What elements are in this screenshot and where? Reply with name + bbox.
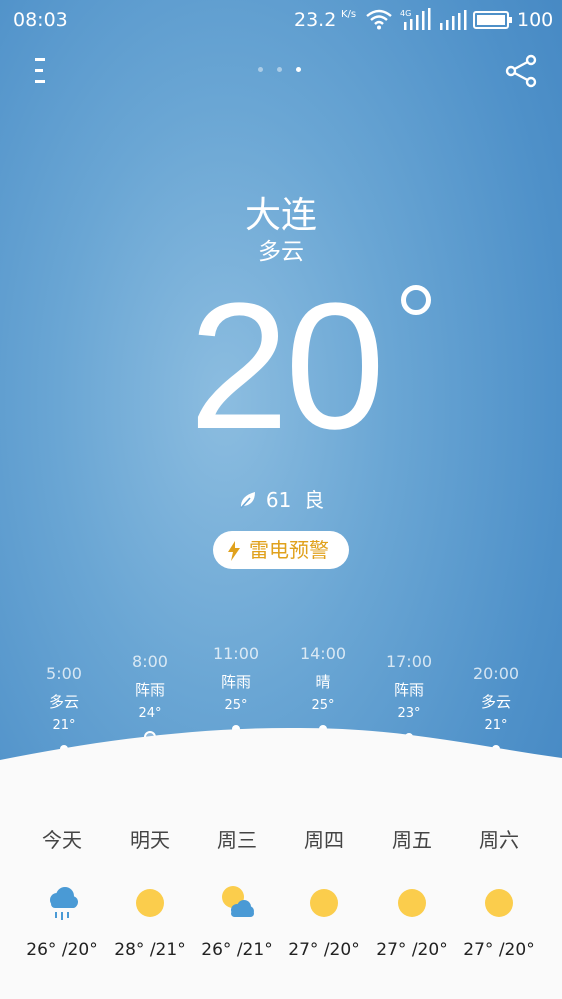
weather-warning-button[interactable]: 雷电预警 xyxy=(213,531,349,569)
hour-condition: 阵雨 xyxy=(393,681,424,699)
air-quality[interactable]: 61 良 xyxy=(0,484,562,513)
aqi-label: 良 xyxy=(304,488,325,512)
hour-time: 20:00 xyxy=(472,664,520,683)
daily-forecast[interactable]: 今天 26° /20° 明天 28° /21° 周三 26° /21° 周四 2… xyxy=(0,780,562,999)
day-temp-range: 27° /20° xyxy=(376,940,448,960)
aqi-value: 61 xyxy=(265,488,292,512)
status-bar: 08:03 23.2 K/s 4G 100 xyxy=(0,0,562,40)
status-time: 08:03 xyxy=(13,9,68,31)
day-temp-range: 26° /21° xyxy=(201,940,273,960)
menu-button[interactable] xyxy=(28,54,54,88)
net-speed-unit: K/s xyxy=(341,9,357,20)
sun-icon xyxy=(479,883,519,923)
share-icon[interactable] xyxy=(505,54,539,88)
hour-condition: 阵雨 xyxy=(220,673,251,691)
daily-item[interactable]: 周三 26° /21° xyxy=(197,824,277,960)
hour-time: 14:00 xyxy=(299,644,347,663)
day-temp-range: 27° /20° xyxy=(463,940,535,960)
daily-item[interactable]: 周五 27° /20° xyxy=(372,824,452,960)
page-dot xyxy=(277,67,282,72)
page-dot-active xyxy=(296,67,301,72)
hour-time: 17:00 xyxy=(385,652,433,671)
hour-time: 8:00 xyxy=(132,652,168,671)
leaf-icon xyxy=(240,492,255,509)
current-condition: 多云 xyxy=(258,239,304,265)
sun-icon xyxy=(392,883,432,923)
day-temp-range: 26° /20° xyxy=(26,940,98,960)
net-speed: 23.2 xyxy=(294,9,337,31)
warning-label: 雷电预警 xyxy=(249,538,329,562)
daily-item[interactable]: 明天 28° /21° xyxy=(110,824,190,960)
day-temp-range: 27° /20° xyxy=(288,940,360,960)
day-name: 明天 xyxy=(130,828,170,852)
hour-condition: 阵雨 xyxy=(134,681,165,699)
day-name: 周五 xyxy=(392,828,432,852)
day-temp-range: 28° /21° xyxy=(114,940,186,960)
day-name: 周六 xyxy=(479,828,519,852)
battery-icon xyxy=(473,11,512,29)
menu-icon xyxy=(35,58,45,61)
temperature-curve xyxy=(0,727,562,790)
hour-condition: 晴 xyxy=(315,673,331,691)
current-temperature: 20 xyxy=(188,266,385,467)
rain-cloud-icon xyxy=(42,883,82,923)
hour-time: 5:00 xyxy=(46,664,82,683)
day-name: 今天 xyxy=(42,828,82,852)
battery-level: 100 xyxy=(517,9,554,31)
daily-item[interactable]: 周六 27° /20° xyxy=(459,824,539,960)
sun-icon xyxy=(130,883,170,923)
hour-time: 11:00 xyxy=(212,644,260,663)
partly-cloudy-icon xyxy=(217,883,257,923)
daily-item[interactable]: 今天 26° /20° xyxy=(22,824,102,960)
network-type-label: 4G xyxy=(400,9,411,18)
signal-4g-icon: 4G xyxy=(400,8,431,30)
daily-item[interactable]: 周四 27° /20° xyxy=(284,824,364,960)
signal-icon xyxy=(440,10,467,30)
day-name: 周三 xyxy=(217,828,257,852)
city-name: 大连 xyxy=(244,195,317,236)
day-name: 周四 xyxy=(304,828,344,852)
lightning-icon xyxy=(228,541,240,561)
degree-symbol xyxy=(401,285,431,315)
page-dot xyxy=(258,67,263,72)
sun-icon xyxy=(304,883,344,923)
wifi-icon xyxy=(366,9,392,30)
